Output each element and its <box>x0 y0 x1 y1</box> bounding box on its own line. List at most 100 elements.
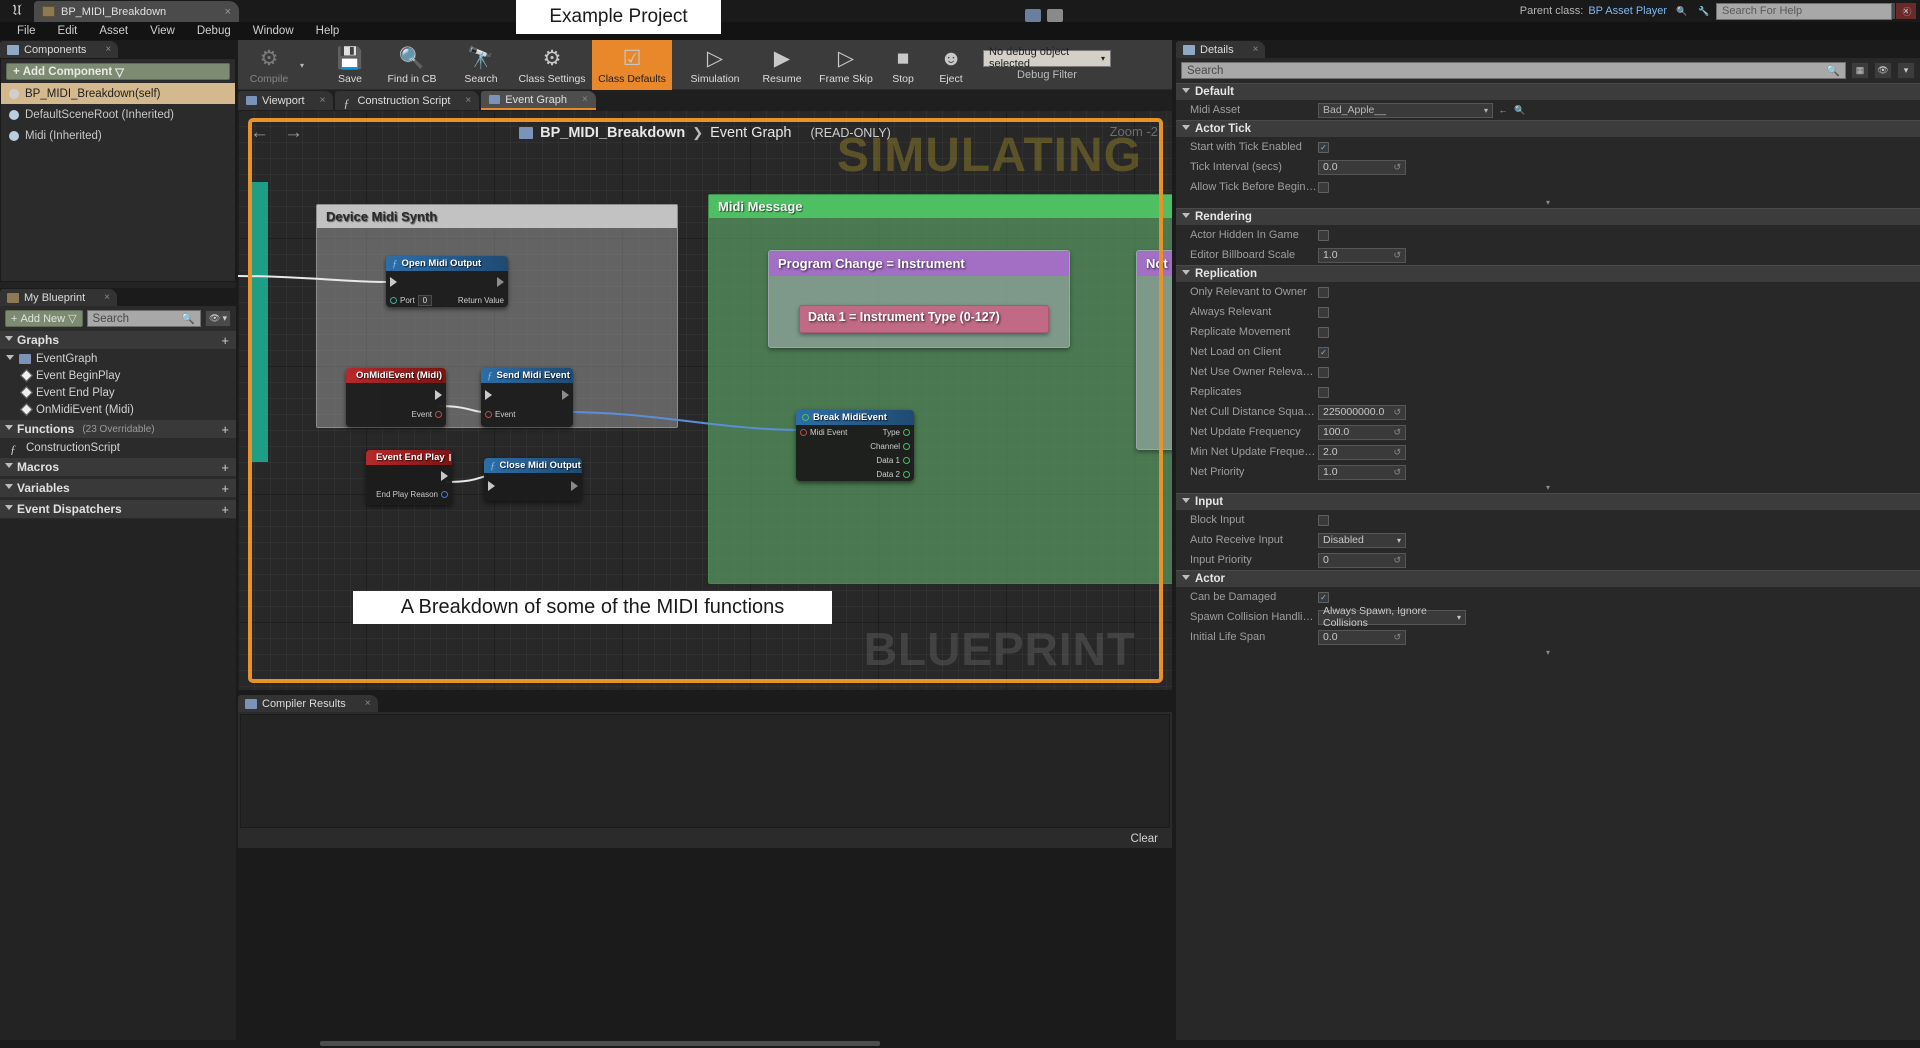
compile-options-chevron-icon[interactable]: ▾ <box>300 61 312 70</box>
details-row-only-relevant-to-owner[interactable]: Only Relevant to Owner <box>1176 282 1920 302</box>
checkbox[interactable] <box>1318 386 1329 398</box>
details-row-replicates[interactable]: Replicates <box>1176 382 1920 402</box>
toolbar-button-stop[interactable]: ■ Stop <box>879 40 927 90</box>
details-row-block-input[interactable]: Block Input <box>1176 510 1920 530</box>
actor-tick-expander[interactable]: ▾ <box>1176 197 1920 208</box>
marketplace-icon[interactable] <box>1024 9 1041 22</box>
menu-asset[interactable]: Asset <box>88 22 139 40</box>
details-row-spawn-collision-handling-method[interactable]: Spawn Collision Handling Method Always S… <box>1176 605 1920 629</box>
section-variables[interactable]: Variables + <box>0 479 236 498</box>
node-pin-channel[interactable]: Channel <box>796 439 914 453</box>
number-field[interactable]: 2.0 ↺ <box>1318 444 1406 460</box>
details-grid-view-button[interactable]: ▦ <box>1851 62 1869 79</box>
inner-comment-data1[interactable]: Data 1 = Instrument Type (0-127) <box>799 305 1049 333</box>
node-onmidievent[interactable]: OnMidiEvent (Midi) Event <box>346 368 446 427</box>
spawn-collision-select[interactable]: Always Spawn, Ignore Collisions ▾ <box>1318 605 1466 629</box>
toolbar-button-compile[interactable]: ⚙ Compile <box>238 40 300 90</box>
details-row-actor-hidden-in-game[interactable]: Actor Hidden In Game <box>1176 225 1920 245</box>
checkbox[interactable]: ✓ <box>1318 346 1329 358</box>
compiler-results-log[interactable] <box>240 714 1170 828</box>
details-row-always-relevant[interactable]: Always Relevant <box>1176 302 1920 322</box>
details-row-midi-asset[interactable]: Midi Asset Bad_Apple__ ▾ ← 🔍 <box>1176 100 1920 120</box>
node-pin-event-in[interactable]: Event <box>481 407 573 421</box>
menu-debug[interactable]: Debug <box>186 22 242 40</box>
number-field[interactable]: 0.0 ↺ <box>1318 629 1406 645</box>
checkbox[interactable] <box>1318 326 1329 338</box>
help-icon[interactable]: ⓘ <box>1900 4 1914 18</box>
menu-view[interactable]: View <box>139 22 186 40</box>
close-icon[interactable]: × <box>365 698 371 709</box>
details-row-min-net-update-frequency[interactable]: Min Net Update Frequency 2.0 ↺ <box>1176 442 1920 462</box>
close-icon[interactable]: × <box>320 95 326 106</box>
horizontal-scrollbar[interactable] <box>320 1041 880 1046</box>
close-icon[interactable]: × <box>104 292 110 303</box>
add-function-button[interactable]: + <box>221 422 229 437</box>
event-delegate-pin-icon[interactable] <box>448 454 451 461</box>
reset-icon[interactable]: ↺ <box>1393 407 1401 418</box>
toolbar-button-resume[interactable]: ▶ Resume <box>751 40 813 90</box>
reset-icon[interactable]: ↺ <box>1393 632 1401 643</box>
details-category-replication[interactable]: Replication <box>1176 265 1920 282</box>
number-field[interactable]: 0.0 ↺ <box>1318 159 1406 175</box>
add-macro-button[interactable]: + <box>221 460 229 475</box>
number-field[interactable]: 0 ↺ <box>1318 552 1406 568</box>
component-row-midi[interactable]: Midi (Inherited) <box>1 125 235 146</box>
node-pin-exec-out[interactable] <box>346 383 446 407</box>
details-row-net-cull-distance-squared[interactable]: Net Cull Distance Squared 225000000.0 ↺ <box>1176 402 1920 422</box>
node-send-midi-event[interactable]: ƒ Send Midi Event Event <box>481 368 573 427</box>
number-field[interactable]: 1.0 ↺ <box>1318 464 1406 480</box>
section-event-dispatchers[interactable]: Event Dispatchers + <box>0 500 236 519</box>
toolbar-button-simulation[interactable]: ▷ Simulation <box>679 40 751 90</box>
details-category-rendering[interactable]: Rendering <box>1176 208 1920 225</box>
midi-asset-field[interactable]: Bad_Apple__ ▾ <box>1318 102 1493 118</box>
node-pin-event[interactable]: Event <box>346 407 446 421</box>
node-pin-endplay-reason[interactable]: End Play Reason <box>366 487 452 501</box>
menu-edit[interactable]: Edit <box>47 22 89 40</box>
debug-object-select[interactable]: No debug object selected ▾ <box>983 46 1111 70</box>
tab-components[interactable]: Components × <box>0 41 119 58</box>
node-event-end-play[interactable]: Event End Play End Play Reason <box>366 450 452 505</box>
reset-icon[interactable]: ↺ <box>1393 427 1401 438</box>
graph-item-onmidievent[interactable]: OnMidiEvent (Midi) <box>0 401 236 418</box>
section-graphs[interactable]: Graphs + <box>0 331 236 350</box>
actor-expander[interactable]: ▾ <box>1176 647 1920 658</box>
component-row-self[interactable]: BP_MIDI_Breakdown(self) <box>1 83 235 104</box>
details-row-replicate-movement[interactable]: Replicate Movement <box>1176 322 1920 342</box>
details-search-input[interactable]: Search 🔍 <box>1181 62 1846 79</box>
add-component-button[interactable]: + Add Component ▽ <box>6 63 230 80</box>
close-icon[interactable]: × <box>465 95 471 106</box>
node-open-midi-output[interactable]: ƒ Open Midi Output Port 0 Return Value <box>386 256 508 307</box>
tab-event-graph[interactable]: Event Graph × <box>481 91 596 110</box>
details-category-actor-tick[interactable]: Actor Tick <box>1176 120 1920 137</box>
checkbox[interactable]: ✓ <box>1318 141 1329 153</box>
node-close-midi-output[interactable]: ƒ Close Midi Output <box>484 458 582 501</box>
close-icon[interactable]: × <box>105 44 111 55</box>
details-row-initial-life-span[interactable]: Initial Life Span 0.0 ↺ <box>1176 627 1920 647</box>
details-category-input[interactable]: Input <box>1176 493 1920 510</box>
details-row-auto-receive-input[interactable]: Auto Receive Input Disabled ▾ <box>1176 530 1920 550</box>
toolbar-button-find-in-cb[interactable]: 🔍 Find in CB <box>381 40 443 90</box>
clear-button[interactable]: Clear <box>1131 833 1158 845</box>
inner-comment-note-clipped[interactable]: Not <box>1136 250 1172 450</box>
node-pin-exec[interactable] <box>386 271 508 293</box>
section-macros[interactable]: Macros + <box>0 458 236 477</box>
checkbox[interactable] <box>1318 229 1329 241</box>
menu-file[interactable]: File <box>6 22 47 40</box>
port-value-field[interactable]: 0 <box>417 294 433 306</box>
node-pin-data1[interactable]: Data 1 <box>796 453 914 467</box>
menu-help[interactable]: Help <box>305 22 351 40</box>
details-row-net-load-on-client[interactable]: Net Load on Client ✓ <box>1176 342 1920 362</box>
add-event-dispatcher-button[interactable]: + <box>221 502 229 517</box>
details-row-net-update-frequency[interactable]: Net Update Frequency 100.0 ↺ <box>1176 422 1920 442</box>
checkbox[interactable] <box>1318 366 1329 378</box>
graph-item-event-beginplay[interactable]: Event BeginPlay <box>0 367 236 384</box>
details-options-chevron-icon[interactable]: ▾ <box>1897 62 1915 79</box>
breadcrumb-root[interactable]: BP_MIDI_Breakdown <box>540 125 685 141</box>
details-visibility-button[interactable]: 👁 <box>1874 62 1892 79</box>
toolbar-button-frame-skip[interactable]: ▷ Frame Skip <box>813 40 879 90</box>
toolbar-button-save[interactable]: 💾 Save <box>319 40 381 90</box>
details-row-net-priority[interactable]: Net Priority 1.0 ↺ <box>1176 462 1920 482</box>
document-tab-bp-midi-breakdown[interactable]: BP_MIDI_Breakdown × <box>34 1 239 22</box>
details-row-net-use-owner-relevancy[interactable]: Net Use Owner Relevancy <box>1176 362 1920 382</box>
close-icon[interactable]: × <box>207 6 231 18</box>
